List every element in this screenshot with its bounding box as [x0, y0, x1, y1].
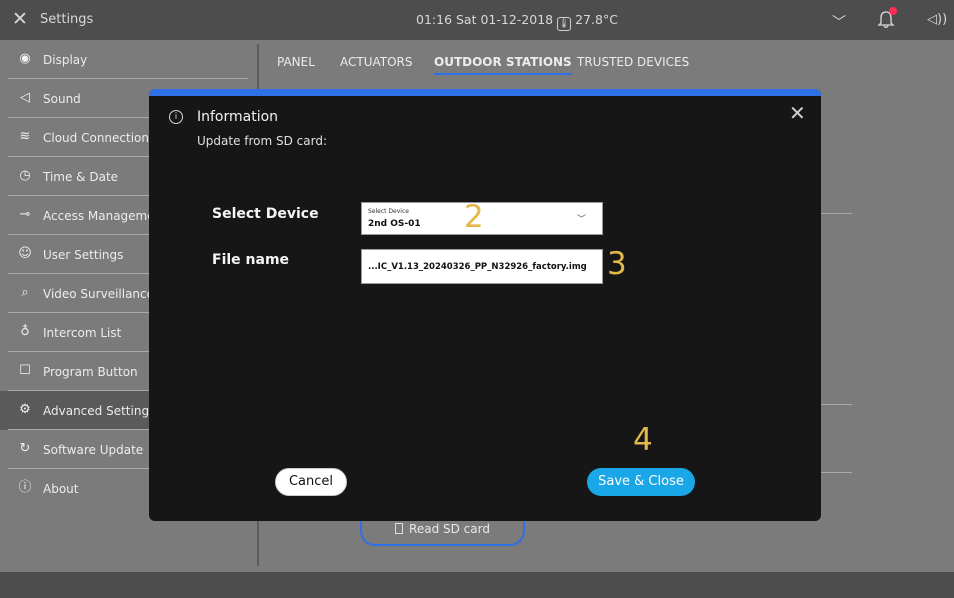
dialog-title: Information: [197, 109, 279, 125]
gear-icon: ⚙: [19, 402, 31, 417]
microphone-icon: ♁: [20, 324, 30, 339]
file-name-field[interactable]: ...IC_V1.13_20240326_PP_N32926_factory.i…: [361, 249, 603, 284]
chevron-down-icon: ﹀: [576, 215, 586, 225]
close-icon[interactable]: ✕: [12, 9, 28, 29]
notification-dot: [889, 7, 897, 15]
status-readout: 01:16 Sat 01-12-2018 🌡 27.8°C: [416, 12, 618, 31]
key-icon: ⊸: [19, 207, 31, 222]
save-and-close-button[interactable]: Save & Close: [587, 468, 695, 496]
sd-card-icon: [395, 523, 404, 534]
top-bar: ✕ Settings 01:16 Sat 01-12-2018 🌡 27.8°C ﹀…: [0, 0, 954, 40]
tab-trusted-devices[interactable]: TRUSTED DEVICES: [577, 55, 689, 69]
select-device-caption: Select Device: [368, 208, 409, 215]
sidebar-item-label: Video Surveillance: [43, 287, 155, 301]
settings-title: Settings: [40, 12, 94, 27]
eye-icon: ◉: [19, 51, 31, 66]
sidebar-item-label: Software Update: [43, 443, 144, 457]
bell-icon[interactable]: [877, 7, 897, 30]
clock-icon: ◷: [19, 168, 31, 183]
sidebar-item-label: User Settings: [43, 248, 124, 262]
info-icon: i: [169, 110, 183, 124]
select-device-label: Select Device: [212, 206, 319, 222]
sidebar-item-label: Time & Date: [43, 170, 119, 184]
annotation-marker-3: 3: [607, 246, 627, 282]
dialog-subtitle: Update from SD card:: [197, 134, 328, 148]
info-icon: ⓘ: [18, 480, 32, 495]
refresh-icon: ↻: [19, 441, 31, 456]
divider: [821, 472, 852, 473]
chevron-down-icon[interactable]: ﹀: [832, 12, 846, 32]
tab-actuators[interactable]: ACTUATORS: [340, 55, 413, 69]
user-icon: ☺: [18, 246, 32, 261]
information-dialog: i Information Update from SD card: ✕ Sel…: [149, 89, 821, 521]
sidebar-item-label: Sound: [43, 92, 81, 106]
cancel-button[interactable]: Cancel: [275, 468, 347, 496]
camera-icon: ⌕: [21, 285, 29, 300]
tab-panel[interactable]: PANEL: [277, 55, 315, 69]
annotation-marker-2: 2: [464, 199, 484, 235]
sidebar-item-label: Cloud Connections: [43, 131, 156, 145]
dialog-accent-bar: [149, 89, 821, 96]
select-device-value: 2nd OS-01: [368, 219, 421, 229]
tab-outdoor-stations[interactable]: OUTDOOR STATIONS: [434, 55, 572, 75]
temperature: 27.8°C: [575, 12, 618, 27]
sidebar-item-label: Display: [43, 53, 88, 67]
annotation-marker-4: 4: [633, 422, 653, 458]
file-name-value: ...IC_V1.13_20240326_PP_N32926_factory.i…: [368, 262, 587, 272]
divider: [821, 404, 852, 405]
speaker-icon: ◁: [20, 90, 30, 105]
speaker-icon[interactable]: ◁)): [927, 12, 947, 27]
sidebar-item-label: Intercom List: [43, 326, 122, 340]
sidebar-item-label: Advanced Settings: [43, 404, 156, 418]
sidebar-item-display[interactable]: ◉ Display: [0, 40, 248, 79]
sidebar-item-label: Program Button: [43, 365, 138, 379]
read-sd-card-label: Read SD card: [409, 522, 490, 536]
wifi-icon: ≋: [19, 129, 31, 144]
square-icon: ☐: [19, 363, 31, 378]
bottom-bar: [0, 572, 954, 598]
file-name-label: File name: [212, 252, 290, 268]
divider: [821, 213, 852, 214]
thermometer-icon: 🌡: [557, 17, 572, 31]
time-date: 01:16 Sat 01-12-2018: [416, 12, 554, 27]
close-icon[interactable]: ✕: [789, 103, 806, 123]
sidebar-item-label: About: [43, 482, 79, 496]
